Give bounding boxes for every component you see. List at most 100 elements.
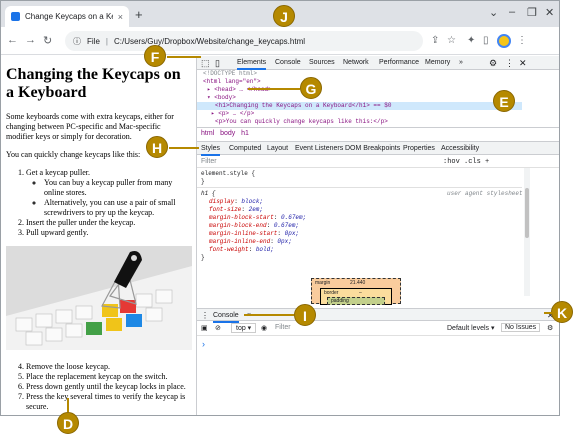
more-tabs-icon[interactable]: » bbox=[459, 56, 463, 70]
tab-computed[interactable]: Computed bbox=[229, 142, 261, 156]
sidebar-toggle-icon[interactable]: ▣ bbox=[201, 324, 208, 332]
list-item: Insert the puller under the keycap. bbox=[26, 218, 190, 228]
tab-styles[interactable]: Styles bbox=[201, 142, 221, 156]
browser-tab[interactable]: Change Keycaps on a Keyboard × bbox=[5, 6, 129, 27]
tab-performance[interactable]: Performance bbox=[379, 56, 419, 70]
tab-accessibility[interactable]: Accessibility bbox=[441, 142, 479, 156]
dom-line[interactable]: <html lang="en"> bbox=[203, 78, 261, 86]
console-settings-gear-icon[interactable]: ⚙ bbox=[547, 324, 553, 332]
address-bar[interactable]: ⓘ File | C:/Users/Guy/Dropbox/Website/ch… bbox=[65, 31, 423, 51]
scrollbar-thumb[interactable] bbox=[525, 188, 529, 238]
device-toolbar-icon[interactable]: ▯ bbox=[215, 56, 220, 70]
tab-close-icon[interactable]: × bbox=[118, 12, 123, 22]
callout-line-k bbox=[544, 312, 552, 314]
list-item: Get a keycap puller. You can buy a keyca… bbox=[26, 168, 190, 218]
tab-dom-breakpoints[interactable]: DOM Breakpoints bbox=[345, 142, 400, 156]
back-icon[interactable]: ← bbox=[7, 34, 18, 46]
styles-filter-row: Filter :hov .cls + bbox=[197, 156, 559, 168]
list-item: Press the key several times to verify th… bbox=[26, 392, 190, 412]
chevron-down-icon[interactable]: ⌄ bbox=[489, 6, 498, 19]
breadcrumb-item[interactable]: h1 bbox=[241, 130, 249, 137]
address-text: C:/Users/Guy/Dropbox/Website/change_keyc… bbox=[113, 36, 306, 46]
list-item: Alternatively, you can use a pair of sma… bbox=[44, 198, 190, 218]
callout-line-d bbox=[67, 398, 69, 412]
forward-icon[interactable]: → bbox=[25, 34, 36, 46]
styles-filter-buttons[interactable]: :hov .cls + bbox=[443, 158, 489, 166]
reload-icon[interactable]: ↻ bbox=[43, 34, 52, 47]
css-declaration[interactable]: display: block; bbox=[209, 198, 263, 206]
styles-filter-input[interactable]: Filter bbox=[201, 158, 217, 165]
divider bbox=[197, 187, 522, 188]
drawer-tab-close-icon[interactable]: × bbox=[247, 309, 251, 323]
breadcrumb-item[interactable]: html bbox=[201, 130, 214, 137]
new-tab-button[interactable]: + bbox=[135, 7, 143, 22]
settings-gear-icon[interactable]: ⚙ bbox=[489, 56, 497, 70]
devtools-menu-icon[interactable]: ⋮ bbox=[505, 56, 514, 70]
console-filter-input[interactable]: Filter bbox=[275, 324, 291, 331]
css-declaration[interactable]: margin-inline-end: 0px; bbox=[209, 238, 292, 246]
issues-button[interactable]: No Issues bbox=[501, 323, 541, 332]
brace: } bbox=[201, 254, 205, 261]
info-icon[interactable]: ⓘ bbox=[73, 36, 81, 47]
callout-badge-d: D bbox=[57, 412, 79, 434]
dom-line[interactable]: ▸ <p> … </p> bbox=[211, 110, 254, 118]
devtools-close-icon[interactable]: ✕ bbox=[519, 56, 527, 70]
tab-properties[interactable]: Properties bbox=[403, 142, 435, 156]
css-declaration[interactable]: margin-block-start: 0.67em; bbox=[209, 214, 306, 222]
tab-layout[interactable]: Layout bbox=[267, 142, 288, 156]
dom-line[interactable]: <p>You can quickly change keycaps like t… bbox=[215, 118, 388, 126]
tab-network[interactable]: Network bbox=[343, 56, 369, 70]
css-declaration[interactable]: margin-inline-start: 0px; bbox=[209, 230, 299, 238]
context-select[interactable]: top ▾ bbox=[231, 323, 257, 333]
box-model-padding: padding bbox=[327, 297, 385, 305]
drawer-menu-icon[interactable]: ⋮ bbox=[201, 309, 209, 323]
address-prefix: File bbox=[87, 36, 100, 46]
scrollbar-track[interactable] bbox=[524, 168, 530, 296]
breadcrumb: html body h1 bbox=[197, 127, 559, 138]
inspect-icon[interactable]: ⬚ bbox=[201, 56, 210, 70]
profile-avatar[interactable] bbox=[497, 34, 511, 48]
dom-line-selected[interactable]: <h1>Changing the Keycaps on a Keyboard</… bbox=[197, 102, 522, 110]
list-item: Press down gently until the keycap locks… bbox=[26, 382, 190, 392]
minimize-icon[interactable]: – bbox=[509, 6, 515, 18]
callout-badge-k: K bbox=[551, 301, 573, 323]
eye-icon[interactable]: ◉ bbox=[261, 324, 267, 332]
callout-line-g bbox=[248, 88, 300, 90]
favicon-icon bbox=[11, 12, 20, 21]
brace: } bbox=[201, 178, 205, 185]
css-declaration[interactable]: font-size: 2em; bbox=[209, 206, 263, 214]
callout-badge-f: F bbox=[144, 45, 166, 67]
default-levels-select[interactable]: Default levels ▾ bbox=[447, 324, 494, 332]
side-panel-icon[interactable]: ▯ bbox=[483, 35, 489, 46]
share-icon[interactable]: ⇪ bbox=[431, 35, 439, 46]
devtools-top-bar: ⬚ ▯ Elements Console Sources Network Per… bbox=[197, 56, 559, 70]
breadcrumb-item[interactable]: body bbox=[220, 130, 235, 137]
tab-console-drawer[interactable]: Console bbox=[213, 309, 239, 323]
callout-line-h bbox=[169, 147, 199, 149]
callout-badge-j: J bbox=[273, 5, 295, 27]
box-model-margin: margin 21.440 border – padding bbox=[311, 278, 401, 305]
dom-line[interactable]: <!DOCTYPE html> bbox=[203, 70, 257, 78]
page-heading: Changing the Keycaps on a Keyboard bbox=[6, 66, 181, 101]
browser-menu-icon[interactable]: ⋮ bbox=[517, 35, 527, 46]
css-declaration[interactable]: margin-block-end: 0.67em; bbox=[209, 222, 299, 230]
tab-elements[interactable]: Elements bbox=[237, 56, 267, 70]
tab-sources[interactable]: Sources bbox=[309, 56, 335, 70]
tab-title: Change Keycaps on a Keyboard bbox=[25, 12, 113, 21]
element-style-rule: element.style { bbox=[201, 170, 256, 177]
bookmark-star-icon[interactable]: ☆ bbox=[447, 35, 456, 46]
keycap-puller-photo bbox=[6, 246, 192, 350]
web-page: Changing the Keycaps on a Keyboard Some … bbox=[1, 56, 195, 415]
tab-memory[interactable]: Memory bbox=[425, 56, 450, 70]
restore-icon[interactable]: ❐ bbox=[527, 6, 537, 19]
window-close-icon[interactable]: ✕ bbox=[545, 6, 554, 19]
dom-line[interactable]: ▾ <body> bbox=[207, 94, 236, 102]
tab-console[interactable]: Console bbox=[275, 56, 301, 70]
tab-event-listeners[interactable]: Event Listeners bbox=[295, 142, 343, 156]
console-prompt[interactable]: › bbox=[202, 339, 205, 349]
extensions-puzzle-icon[interactable]: ✦ bbox=[467, 35, 475, 46]
clear-console-icon[interactable]: ⊘ bbox=[215, 324, 221, 332]
callout-badge-h: H bbox=[146, 136, 168, 158]
browser-window: Change Keycaps on a Keyboard × + ⌄ – ❐ ✕… bbox=[0, 0, 560, 416]
css-declaration[interactable]: font-weight: bold; bbox=[209, 246, 274, 254]
